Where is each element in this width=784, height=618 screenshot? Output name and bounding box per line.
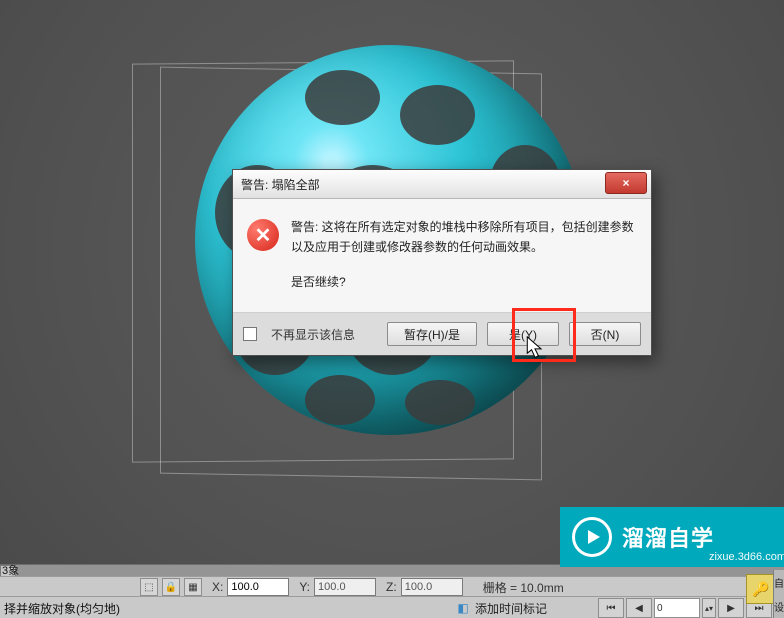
coord-bar: ⬚ 🔒 ▦ X: Y: Z: 栅格 = 10.0mm: [0, 576, 784, 597]
grid-label: 栅格 = 10.0mm: [483, 579, 564, 596]
brand-title: 溜溜自学: [622, 521, 714, 553]
right-stub-1: 自: [774, 575, 784, 590]
lock-icon[interactable]: 🔒: [162, 578, 180, 596]
dialog-body: ✕ 警告: 这将在所有选定对象的堆栈中移除所有项目，包括创建参数以及应用于创建或…: [233, 199, 651, 313]
status-bar: 择并缩放对象(均匀地) ◧ 添加时间标记 ⏮ ◀ 0 ▴▾ ▶ ⏭: [0, 596, 784, 618]
frame-spinner-handle[interactable]: ▴▾: [702, 598, 716, 618]
no-button[interactable]: 否(N): [569, 322, 641, 346]
next-frame-button[interactable]: ▶: [718, 598, 744, 618]
z-label: Z:: [386, 580, 397, 594]
hold-yes-button[interactable]: 暂存(H)/是: [387, 322, 477, 346]
error-icon: ✕: [247, 219, 279, 251]
warning-message: 警告: 这将在所有选定对象的堆栈中移除所有项目，包括创建参数以及应用于创建或修改…: [291, 217, 637, 258]
frame-value: 0: [657, 603, 663, 614]
play-icon: [572, 517, 612, 557]
cube-icon[interactable]: ◧: [455, 600, 471, 616]
y-input[interactable]: [314, 578, 376, 596]
dialog-title: 警告: 塌陷全部: [241, 176, 320, 193]
x-label: X:: [212, 580, 223, 594]
hold-yes-label: 暂存(H)/是: [404, 326, 460, 343]
add-time-tag[interactable]: 添加时间标记: [475, 600, 547, 617]
no-label: 否(N): [591, 326, 620, 343]
right-stub-2: 设: [774, 599, 784, 614]
brand-overlay: 溜溜自学 zixue.3d66.com: [560, 507, 784, 567]
set-key-button[interactable]: 🔑: [746, 574, 776, 604]
close-icon: ×: [622, 176, 629, 190]
status-hint: 择并缩放对象(均匀地): [4, 600, 120, 617]
right-panel-stub: 自 设: [773, 570, 784, 618]
close-button[interactable]: ×: [605, 172, 647, 194]
prev-frame-button[interactable]: ◀: [626, 598, 652, 618]
selection-lock-icon[interactable]: ⬚: [140, 578, 158, 596]
x-input[interactable]: [227, 578, 289, 596]
frame-spinner[interactable]: 0: [654, 598, 700, 618]
dialog-footer: 不再显示该信息 暂存(H)/是 是(Y) 否(N): [233, 313, 651, 355]
z-input[interactable]: [401, 578, 463, 596]
dont-show-checkbox[interactable]: [243, 327, 257, 341]
y-label: Y:: [299, 580, 310, 594]
warning-dialog: 警告: 塌陷全部 × ✕ 警告: 这将在所有选定对象的堆栈中移除所有项目，包括创…: [232, 169, 652, 356]
yes-button[interactable]: 是(Y): [487, 322, 559, 346]
warning-confirm: 是否继续?: [291, 272, 637, 292]
dialog-titlebar[interactable]: 警告: 塌陷全部 ×: [233, 170, 651, 199]
goto-start-button[interactable]: ⏮: [598, 598, 624, 618]
dont-show-label: 不再显示该信息: [271, 326, 355, 343]
transform-type-icon[interactable]: ▦: [184, 578, 202, 596]
yes-label: 是(Y): [509, 326, 537, 343]
brand-url: zixue.3d66.com: [709, 551, 784, 563]
